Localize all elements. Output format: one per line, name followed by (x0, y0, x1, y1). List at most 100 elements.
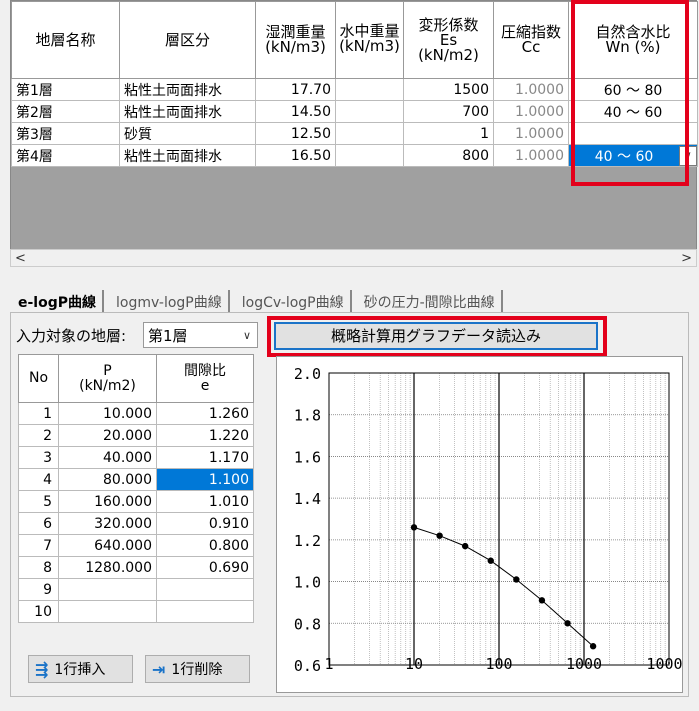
point-row[interactable]: 2 20.000 1.220 (18, 424, 254, 447)
chevron-down-icon[interactable]: ∨ (237, 329, 257, 342)
point-no-cell[interactable]: 8 (18, 556, 59, 579)
layer-category-cell[interactable]: 粘性土両面排水 (119, 100, 256, 123)
layer-name-cell[interactable]: 第4層 (11, 144, 120, 167)
submerged-weight-cell[interactable] (335, 122, 404, 145)
layer-category-cell[interactable]: 粘性土両面排水 (119, 78, 256, 101)
layer-name-cell[interactable]: 第2層 (11, 100, 120, 123)
void-ratio-cell[interactable]: 1.100 (156, 468, 254, 491)
layer-row[interactable]: 第4層 粘性土両面排水 16.50 800 1.0000 40 ～ 60 ∨ (11, 144, 698, 167)
chevron-down-icon[interactable]: ∨ (679, 145, 697, 166)
header-wet-weight: 湿潤重量 (kN/m3) (255, 1, 336, 79)
point-row[interactable]: 8 1280.000 0.690 (18, 556, 254, 579)
delete-row-button[interactable]: ⇥ 1行削除 (145, 655, 250, 683)
void-ratio-cell[interactable]: 1.260 (156, 402, 254, 425)
target-layer-select[interactable]: 第1層 ∨ (143, 322, 258, 348)
compression-cell[interactable]: 1.0000 (493, 144, 569, 167)
tab-e-logp[interactable]: e-logP曲線 (12, 290, 105, 314)
chart-y-tick-label: 0.8 (294, 615, 321, 633)
layer-name-cell[interactable]: 第1層 (11, 78, 120, 101)
scroll-left-icon[interactable]: < (15, 251, 26, 266)
modulus-cell[interactable]: 1 (403, 122, 494, 145)
insert-row-button[interactable]: ⇶ 1行挿入 (28, 655, 133, 683)
point-no-cell[interactable]: 10 (18, 600, 59, 623)
point-no-cell[interactable]: 5 (18, 490, 59, 513)
header-water-content: 自然含水比 Wn (%) (568, 1, 698, 79)
layer-row[interactable]: 第3層 砂質 12.50 1 1.0000 (11, 122, 698, 145)
void-ratio-cell[interactable]: 1.220 (156, 424, 254, 447)
modulus-cell[interactable]: 1500 (403, 78, 494, 101)
layer-table[interactable]: 地層名称 層区分 湿潤重量 (kN/m3) 水中重量 (kN/m3) 変形係数 Es(… (11, 1, 698, 167)
tab-sand-pressure-void[interactable]: 砂の圧力-間隙比曲線 (358, 290, 503, 314)
pressure-cell[interactable]: 40.000 (58, 446, 157, 469)
pressure-cell[interactable]: 160.000 (58, 490, 157, 513)
pressure-cell[interactable] (58, 578, 157, 601)
wet-weight-cell[interactable]: 16.50 (255, 144, 336, 167)
pressure-cell[interactable]: 320.000 (58, 512, 157, 535)
pressure-cell[interactable]: 1280.000 (58, 556, 157, 579)
point-row[interactable]: 5 160.000 1.010 (18, 490, 254, 513)
wet-weight-cell[interactable]: 14.50 (255, 100, 336, 123)
water-content-cell[interactable]: 40 ～ 60 ∨ (568, 144, 698, 167)
point-no-cell[interactable]: 7 (18, 534, 59, 557)
pressure-cell[interactable]: 640.000 (58, 534, 157, 557)
point-row[interactable]: 1 10.000 1.260 (18, 402, 254, 425)
void-ratio-cell[interactable]: 1.010 (156, 490, 254, 513)
water-content-cell[interactable]: 60 ～ 80 (568, 78, 698, 101)
water-content-cell[interactable] (568, 122, 698, 145)
layer-category-cell[interactable]: 粘性土両面排水 (119, 144, 256, 167)
void-ratio-cell[interactable]: 0.690 (156, 556, 254, 579)
chart-data-point (436, 532, 443, 539)
void-ratio-cell[interactable]: 0.800 (156, 534, 254, 557)
tab-logmv-logp[interactable]: logmv-logP曲線 (110, 290, 230, 314)
chart-y-tick-label: 1.4 (294, 490, 321, 508)
layer-name-cell[interactable]: 第3層 (11, 122, 120, 145)
point-no-cell[interactable]: 6 (18, 512, 59, 535)
void-ratio-cell[interactable]: 0.910 (156, 512, 254, 535)
point-no-cell[interactable]: 2 (18, 424, 59, 447)
point-no-cell[interactable]: 1 (18, 402, 59, 425)
pressure-cell[interactable]: 20.000 (58, 424, 157, 447)
layer-grid[interactable]: 地層名称 層区分 湿潤重量 (kN/m3) 水中重量 (kN/m3) 変形係数 Es(… (10, 0, 698, 262)
chart-y-tick-label: 2.0 (294, 365, 321, 383)
point-no-cell[interactable]: 4 (18, 468, 59, 491)
point-row[interactable]: 3 40.000 1.170 (18, 446, 254, 469)
points-table[interactable]: No P (kN/m2) 間隙比 e 1 10.000 1.260 2 20.000 1.22… (18, 354, 254, 623)
wet-weight-cell[interactable]: 12.50 (255, 122, 336, 145)
submerged-weight-cell[interactable] (335, 100, 404, 123)
scroll-right-icon[interactable]: > (681, 251, 692, 266)
point-no-cell[interactable]: 3 (18, 446, 59, 469)
point-row[interactable]: 7 640.000 0.800 (18, 534, 254, 557)
water-content-cell[interactable]: 40 ～ 60 (568, 100, 698, 123)
curve-tabs: e-logP曲線 logmv-logP曲線 logCv-logP曲線 砂の圧力-… (12, 288, 509, 314)
tab-logcv-logp[interactable]: logCv-logP曲線 (236, 290, 352, 314)
modulus-cell[interactable]: 800 (403, 144, 494, 167)
modulus-cell[interactable]: 700 (403, 100, 494, 123)
point-row[interactable]: 10 (18, 600, 254, 623)
void-ratio-cell[interactable] (156, 578, 254, 601)
pressure-cell[interactable]: 80.000 (58, 468, 157, 491)
compression-cell[interactable]: 1.0000 (493, 100, 569, 123)
point-no-cell[interactable]: 9 (18, 578, 59, 601)
layer-category-cell[interactable]: 砂質 (119, 122, 256, 145)
layer-row[interactable]: 第2層 粘性土両面排水 14.50 700 1.0000 40 ～ 60 (11, 100, 698, 123)
horizontal-scrollbar[interactable]: < > (10, 249, 697, 267)
point-row[interactable]: 9 (18, 578, 254, 601)
point-row[interactable]: 6 320.000 0.910 (18, 512, 254, 535)
chart-data-point (589, 643, 597, 650)
chart-x-tick-label: 1000 (566, 655, 602, 673)
void-ratio-cell[interactable]: 1.170 (156, 446, 254, 469)
insert-row-icon: ⇶ (35, 659, 49, 679)
header-compression: 圧縮指数 Cc (493, 1, 569, 79)
insert-row-label: 1行挿入 (54, 662, 106, 678)
compression-cell[interactable]: 1.0000 (493, 122, 569, 145)
wet-weight-cell[interactable]: 17.70 (255, 78, 336, 101)
submerged-weight-cell[interactable] (335, 144, 404, 167)
pressure-cell[interactable]: 10.000 (58, 402, 157, 425)
submerged-weight-cell[interactable] (335, 78, 404, 101)
pressure-cell[interactable] (58, 600, 157, 623)
load-graph-data-button[interactable]: 概略計算用グラフデータ読込み (274, 322, 598, 350)
point-row[interactable]: 4 80.000 1.100 (18, 468, 254, 491)
layer-row[interactable]: 第1層 粘性土両面排水 17.70 1500 1.0000 60 ～ 80 (11, 78, 698, 101)
compression-cell[interactable]: 1.0000 (493, 78, 569, 101)
void-ratio-cell[interactable] (156, 600, 254, 623)
